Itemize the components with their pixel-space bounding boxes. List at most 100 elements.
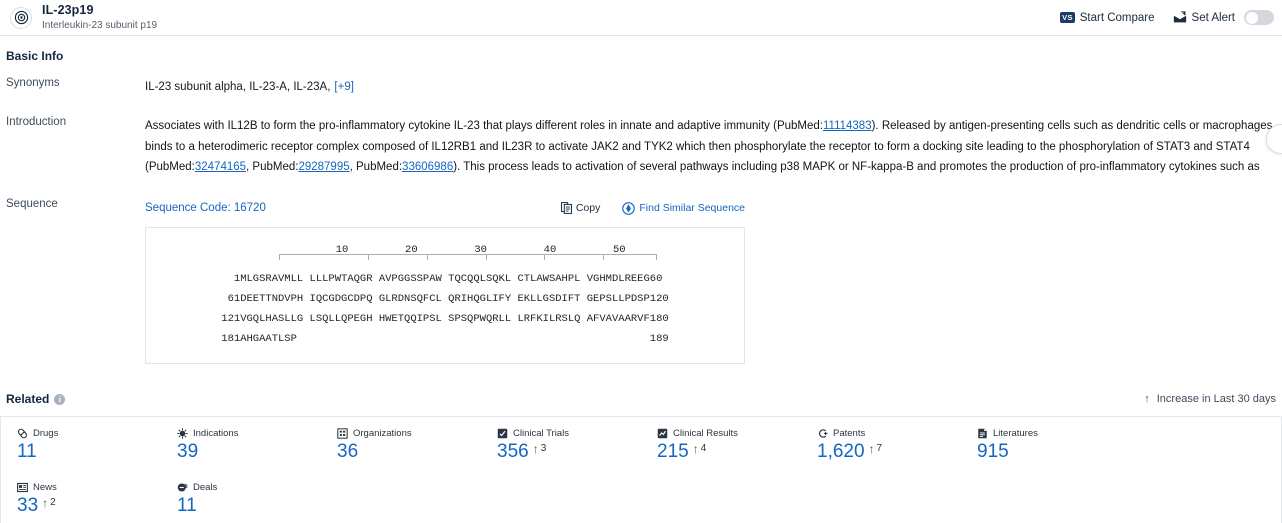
- find-similar-label: Find Similar Sequence: [639, 202, 745, 214]
- sequence-residues[interactable]: MLGSRAVMLL LLLPWTAQGR AVPGGSSPAW TQCQQLS…: [240, 269, 650, 289]
- stat-card-delta: ↑ 4: [693, 443, 707, 455]
- stat-card-organizations[interactable]: Organizations 36: [321, 417, 481, 471]
- synonyms-row: Synonyms IL-23 subunit alpha, IL-23-A, I…: [0, 77, 1282, 97]
- stat-card-empty: [1121, 417, 1281, 471]
- arrow-up-icon: ↑: [868, 442, 875, 456]
- sequence-line: 121 VGQLHASLLG LSQLLQPEGH HWETQQIPSL SPSQ…: [194, 309, 696, 329]
- sequence-residues[interactable]: AHGAATLSP: [240, 329, 650, 349]
- capsule-icon: [17, 428, 28, 439]
- sequence-line: 1 MLGSRAVMLL LLLPWTAQGR AVPGGSSPAW TQCQQL…: [194, 269, 696, 289]
- stat-card-value[interactable]: 11: [177, 496, 197, 515]
- clinical-trial-icon: [497, 428, 508, 439]
- introduction-label: Introduction: [6, 116, 67, 128]
- stat-card-literatures[interactable]: Literatures 915: [961, 417, 1121, 471]
- stat-card-clinical-results[interactable]: Clinical Results 215 ↑ 4: [641, 417, 801, 471]
- sequence-start-index: 1: [233, 273, 241, 285]
- literature-icon: [977, 428, 988, 439]
- sequence-ruler-ticks: 10 20 30 40 50: [279, 244, 626, 256]
- related-legend-label: Increase in Last 30 days: [1156, 393, 1276, 405]
- stat-card-value[interactable]: 215: [657, 442, 689, 461]
- page-title: IL-23p19: [42, 3, 94, 18]
- intro-part-3: , PubMed:: [246, 161, 299, 173]
- sequence-start-index: 121: [221, 313, 241, 325]
- stat-card-news[interactable]: News 33 ↑ 2: [1, 471, 161, 523]
- set-alert-label: Set Alert: [1191, 11, 1235, 24]
- copy-icon: [560, 202, 572, 214]
- start-compare-label: Start Compare: [1079, 11, 1155, 24]
- stat-card-indications[interactable]: Indications 39: [161, 417, 321, 471]
- stat-card-value-row: 915: [977, 442, 1121, 461]
- sequence-residues[interactable]: DEETTNDVPH IQCGDGCDPQ GLRDNSQFCL QRIHQGL…: [240, 289, 650, 309]
- stat-card-delta: ↑ 3: [533, 443, 547, 455]
- stat-card-value[interactable]: 11: [17, 442, 37, 461]
- alert-toggle-switch[interactable]: [1244, 10, 1274, 25]
- stat-card-value-row: 11: [177, 496, 321, 515]
- stat-card-clinical-trials[interactable]: Clinical Trials 356 ↑ 3: [481, 417, 641, 471]
- introduction-row: Introduction Associates with IL12B to fo…: [0, 116, 1282, 178]
- stat-card-delta: ↑ 2: [42, 497, 56, 509]
- virus-icon: [177, 428, 188, 439]
- stat-card-value[interactable]: 39: [177, 442, 198, 461]
- stat-card-label-row: Drugs: [17, 428, 161, 439]
- sequence-end-index: 120: [649, 293, 669, 305]
- copy-sequence-button[interactable]: Copy: [560, 198, 601, 218]
- stat-card-value-row: 39: [177, 442, 321, 461]
- pubmed-link-3[interactable]: 29287995: [298, 161, 349, 173]
- entity-title-block: IL-23p19 Interleukin-23 subunit p19: [42, 3, 158, 31]
- info-circle-icon[interactable]: i: [54, 393, 66, 405]
- stat-card-value[interactable]: 36: [337, 442, 358, 461]
- stat-card-label: Clinical Results: [673, 428, 738, 439]
- stat-card-delta-value: 2: [50, 497, 56, 508]
- stat-card-patents[interactable]: Patents 1,620 ↑ 7: [801, 417, 961, 471]
- page-subtitle: Interleukin-23 subunit p19: [42, 19, 158, 31]
- sequence-residues[interactable]: VGQLHASLLG LSQLLQPEGH HWETQQIPSL SPSQPWQ…: [240, 309, 650, 329]
- sequence-ruler-line: [279, 254, 657, 260]
- sequence-start-index: 61: [227, 293, 241, 305]
- stat-card-deals[interactable]: Deals 11: [161, 471, 321, 523]
- clinical-result-icon: [657, 428, 668, 439]
- related-header: Related i ↑ Increase in Last 30 days: [0, 392, 1282, 406]
- stat-card-label: Deals: [193, 482, 218, 493]
- synonyms-value-wrap: IL-23 subunit alpha, IL-23-A, IL-23A, [+9…: [145, 77, 1282, 97]
- sequence-code-link[interactable]: Sequence Code: 16720: [145, 198, 266, 218]
- pubmed-link-1[interactable]: 11114383: [823, 120, 872, 132]
- stat-card-label-row: Indications: [177, 428, 321, 439]
- synonyms-more-link[interactable]: [+9]: [334, 81, 354, 93]
- sequence-toolbar: Sequence Code: 16720 Copy Find Similar S…: [145, 198, 745, 218]
- set-alert-button[interactable]: Set Alert: [1173, 10, 1274, 25]
- arrow-up-icon: ↑: [42, 496, 49, 510]
- stat-card-label-row: Clinical Results: [657, 428, 801, 439]
- pubmed-link-4[interactable]: 33606986: [402, 161, 453, 173]
- target-ring-icon: [10, 6, 32, 29]
- start-compare-button[interactable]: VS Start Compare: [1060, 11, 1155, 24]
- stat-card-delta-value: 3: [540, 443, 547, 454]
- stat-card-label: Indications: [193, 428, 239, 439]
- copy-label: Copy: [575, 202, 601, 214]
- sequence-content: Sequence Code: 16720 Copy Find Similar S…: [145, 198, 1282, 364]
- arrow-up-icon: ↑: [532, 442, 539, 456]
- alert-bell-icon: [1173, 11, 1187, 24]
- stat-card-label: News: [33, 482, 57, 493]
- patent-icon: [817, 428, 828, 439]
- stat-card-label-row: News: [17, 482, 161, 493]
- stat-card-value[interactable]: 1,620: [817, 442, 865, 461]
- related-title: Related: [6, 392, 50, 406]
- stat-card-label: Clinical Trials: [513, 428, 569, 439]
- stat-card-label: Organizations: [353, 428, 412, 439]
- stat-card-drugs[interactable]: Drugs 11: [1, 417, 161, 471]
- arrow-up-icon: ↑: [1144, 393, 1150, 405]
- sequence-ruler: 10 20 30 40 50: [233, 240, 657, 260]
- related-legend: ↑ Increase in Last 30 days: [1144, 393, 1276, 405]
- building-icon: [337, 428, 348, 439]
- stat-card-value[interactable]: 915: [977, 442, 1009, 461]
- stat-card-value[interactable]: 356: [497, 442, 529, 461]
- stat-card-label-row: Literatures: [977, 428, 1121, 439]
- stat-card-delta: ↑ 7: [869, 443, 883, 455]
- pubmed-link-2[interactable]: 32474165: [195, 161, 246, 173]
- stat-card-value[interactable]: 33: [17, 496, 38, 515]
- find-similar-sequence-button[interactable]: Find Similar Sequence: [622, 198, 745, 218]
- news-icon: [17, 482, 28, 493]
- page-body: Basic Info Synonyms IL-23 subunit alpha,…: [0, 36, 1282, 523]
- stat-card-label-row: Patents: [817, 428, 961, 439]
- stat-card-value-row: 215 ↑ 4: [657, 442, 801, 461]
